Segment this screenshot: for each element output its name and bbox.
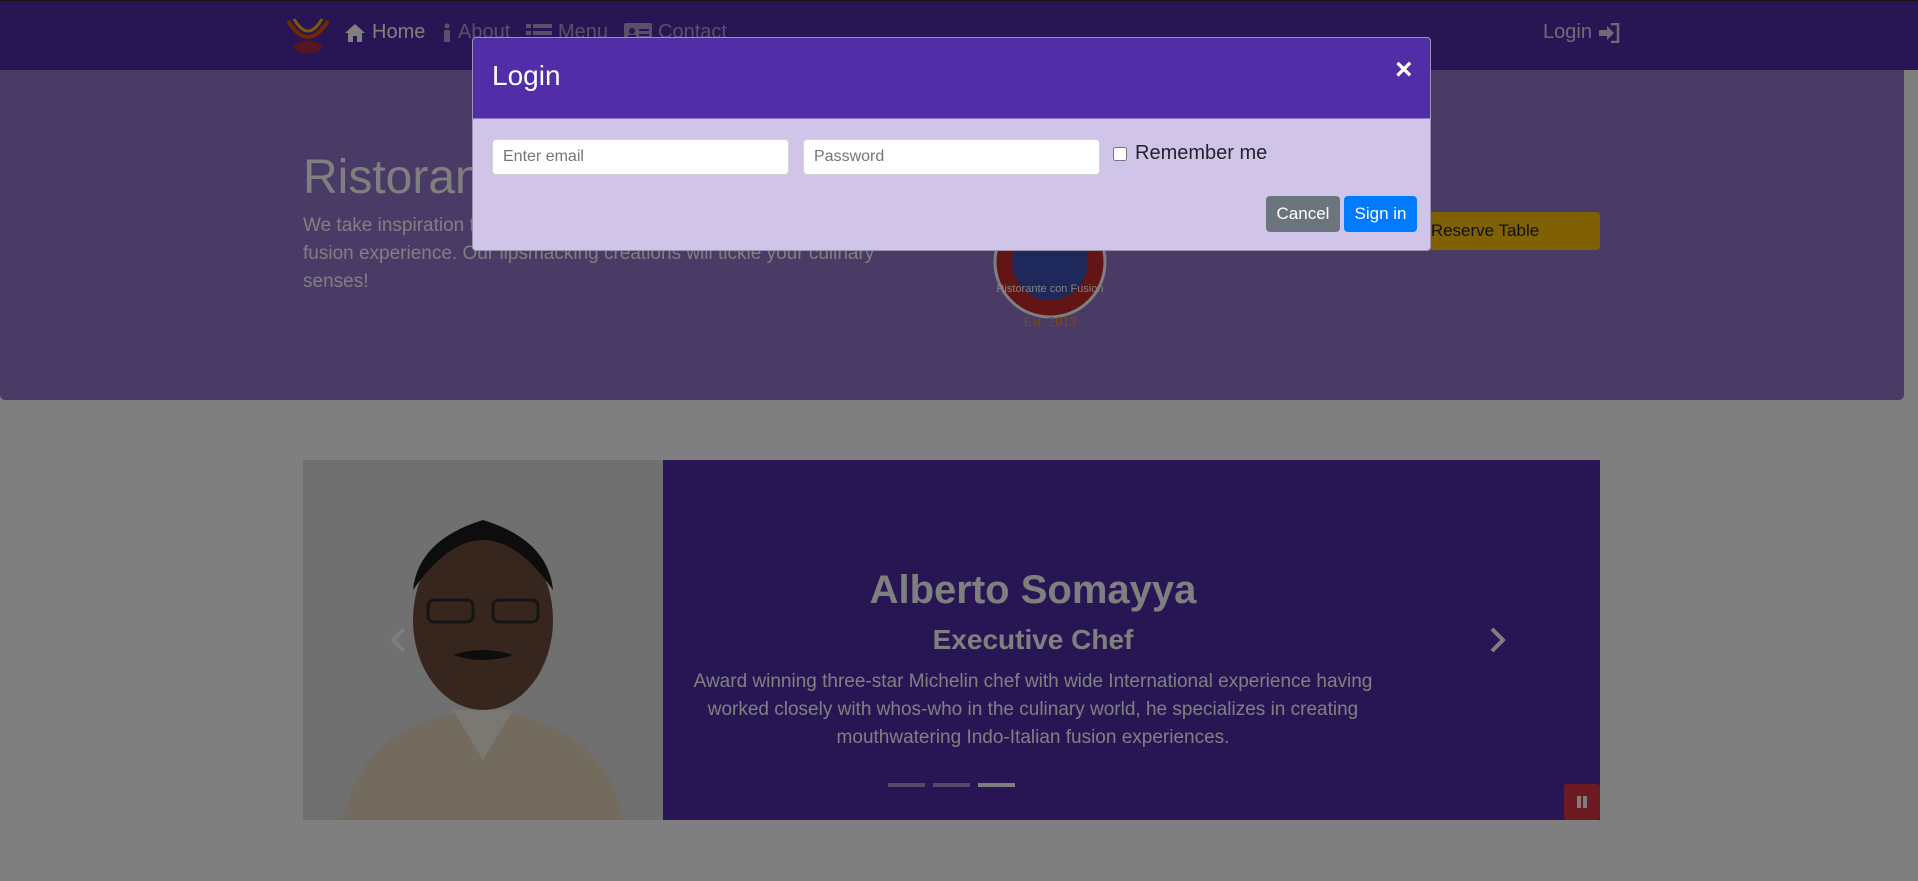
email-field[interactable] <box>492 139 789 175</box>
remember-me-checkbox[interactable] <box>1113 146 1127 161</box>
login-modal: Login × Remember me Cancel Sign in <box>472 37 1431 251</box>
remember-me-label: Remember me <box>1135 142 1268 164</box>
password-field[interactable] <box>803 139 1100 175</box>
cancel-button[interactable]: Cancel <box>1266 196 1340 232</box>
login-modal-title: Login <box>492 60 561 91</box>
remember-me[interactable]: Remember me <box>1113 142 1267 165</box>
login-modal-header: Login × <box>473 38 1430 119</box>
close-icon[interactable]: × <box>1395 55 1413 85</box>
sign-in-button[interactable]: Sign in <box>1344 196 1417 232</box>
